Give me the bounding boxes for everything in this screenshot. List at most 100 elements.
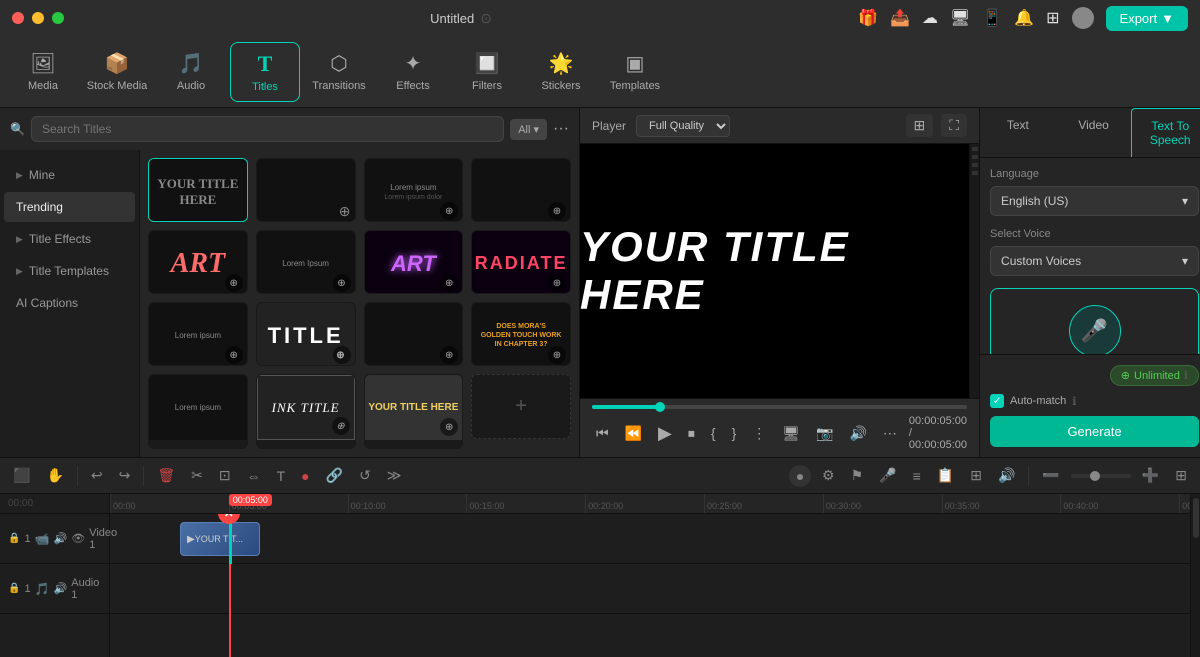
toolbar-transitions[interactable]: ⬡ Transitions bbox=[304, 42, 374, 102]
filter-button[interactable]: All ▾ bbox=[510, 119, 547, 140]
speaker-button[interactable]: 🔊 bbox=[993, 464, 1020, 487]
voice-clone-icon[interactable]: 🎤 bbox=[1069, 305, 1121, 354]
grid-view-button[interactable]: ⊞ bbox=[906, 114, 934, 137]
cut-button[interactable]: ✂ bbox=[186, 464, 208, 487]
zoom-out-button[interactable]: ➖ bbox=[1037, 464, 1064, 487]
sidebar-item-templates[interactable]: ▶ Title Templates bbox=[4, 256, 135, 286]
title-card-subtitle2[interactable]: ⊕ Subtitle 2 bbox=[471, 158, 571, 222]
split-button[interactable]: ⋮ bbox=[748, 423, 770, 444]
title-card-lorem3[interactable]: Lorem ipsum bbox=[148, 374, 248, 449]
automatch-checkbox[interactable]: ✓ bbox=[990, 394, 1004, 408]
progress-bar[interactable] bbox=[592, 405, 967, 409]
title-card-gameui[interactable]: DOES MORA'S GOLDEN TOUCH WORK IN CHAPTER… bbox=[471, 302, 571, 366]
sidebar-item-ai-captions[interactable]: AI Captions bbox=[4, 288, 135, 318]
video-clip[interactable]: ▶ YOUR TIT... bbox=[180, 522, 260, 556]
timeline-scroll-thumb[interactable] bbox=[1193, 498, 1199, 538]
zoom-in-button[interactable]: ➕ bbox=[1137, 464, 1164, 487]
monitor-button[interactable]: 🖥 bbox=[778, 423, 804, 444]
volume-icon-a: 🔊 bbox=[54, 582, 68, 595]
transform-button[interactable]: ⇔ bbox=[242, 465, 266, 487]
more-options-button[interactable]: ··· bbox=[553, 120, 569, 138]
unlimited-pill[interactable]: ⊕ Unlimited ℹ bbox=[1110, 365, 1199, 386]
avatar[interactable] bbox=[1072, 7, 1094, 29]
title-card-default[interactable]: YOUR TITLE HERE Default Title bbox=[148, 158, 248, 222]
title-card-neon09[interactable]: ART ⊕ Neon Title 09 bbox=[364, 230, 464, 294]
flag-button[interactable]: ⚑ bbox=[846, 464, 869, 487]
sidebar-item-trending[interactable]: Trending bbox=[4, 192, 135, 222]
monitor-icon[interactable]: 🖥 bbox=[950, 8, 970, 28]
close-button[interactable] bbox=[12, 12, 24, 24]
markers-button[interactable]: 📋 bbox=[932, 464, 959, 487]
generate-button[interactable]: Generate bbox=[990, 416, 1199, 447]
add-more-button[interactable]: + bbox=[471, 374, 571, 439]
progress-thumb[interactable] bbox=[655, 402, 665, 412]
grid-icon[interactable]: ⊞ bbox=[1046, 8, 1059, 28]
toolbar-effects[interactable]: ✦ Effects bbox=[378, 42, 448, 102]
tab-tts[interactable]: Text To Speech bbox=[1131, 108, 1200, 157]
snapshot-button[interactable]: 📷 bbox=[812, 423, 837, 444]
share-icon[interactable]: 📤 bbox=[890, 8, 910, 28]
sidebar-item-mine[interactable]: ▶ Mine bbox=[4, 160, 135, 190]
title-card-subtitle4[interactable]: ⊕ Subtitle 4 bbox=[364, 302, 464, 366]
title-card-basic6[interactable]: Lorem ipsum Lorem ipsum dolor ⊕ Basic 6 bbox=[364, 158, 464, 222]
toolbar-filters[interactable]: 🔲 Filters bbox=[452, 42, 522, 102]
record-button[interactable]: ● bbox=[789, 465, 811, 487]
more-button[interactable]: ⋯ bbox=[879, 423, 901, 444]
hand-tool[interactable]: ✋ bbox=[41, 464, 68, 487]
grid-options[interactable]: ⊞ bbox=[1170, 464, 1192, 487]
phone-icon[interactable]: 📱 bbox=[982, 8, 1002, 28]
toolbar-templates[interactable]: ▣ Templates bbox=[600, 42, 670, 102]
undo-button[interactable]: ↩ bbox=[86, 464, 108, 487]
play-button[interactable]: ▶ bbox=[654, 421, 676, 446]
toolbar-stock-media[interactable]: 📦 Stock Media bbox=[82, 42, 152, 102]
more-btn2[interactable]: ≫ bbox=[382, 464, 407, 487]
stop-button[interactable]: ⏹ bbox=[684, 423, 699, 444]
caption-button[interactable]: ≡ bbox=[908, 465, 926, 487]
split-tool[interactable]: ⬛ bbox=[8, 464, 35, 487]
title-card-ink[interactable]: INK TITLE ⊕ bbox=[256, 374, 356, 449]
title-card-title29[interactable]: Lorem Ipsum ⊕ Title 29 bbox=[256, 230, 356, 294]
toolbar-audio[interactable]: 🎵 Audio bbox=[156, 42, 226, 102]
language-dropdown[interactable]: English (US) ▾ bbox=[990, 186, 1199, 216]
layout-button[interactable]: ⊞ bbox=[965, 464, 987, 487]
title-card-basic1[interactable]: ⊕ Basic 1 bbox=[256, 158, 356, 222]
delete-button[interactable]: 🗑 bbox=[152, 464, 180, 487]
crop-button[interactable]: ⊡ bbox=[214, 464, 236, 487]
voice-dropdown[interactable]: Custom Voices ▾ bbox=[990, 246, 1199, 276]
tab-video[interactable]: Video bbox=[1056, 108, 1132, 157]
bracket-end-button[interactable]: } bbox=[728, 423, 741, 443]
title-card-art26[interactable]: ART ⊕ Art Title 26 bbox=[148, 230, 248, 294]
mic-button[interactable]: 🎤 bbox=[874, 464, 901, 487]
text-tool[interactable]: T bbox=[272, 465, 291, 487]
settings-button[interactable]: ⚙ bbox=[817, 464, 840, 487]
fullscreen-button[interactable]: ⛶ bbox=[941, 114, 967, 137]
search-input[interactable] bbox=[31, 116, 504, 142]
toolbar-stickers[interactable]: 🌟 Stickers bbox=[526, 42, 596, 102]
cloud-icon[interactable]: ☁ bbox=[922, 8, 938, 28]
maximize-button[interactable] bbox=[52, 12, 64, 24]
zoom-slider[interactable] bbox=[1071, 474, 1131, 478]
toolbar-titles[interactable]: T Titles bbox=[230, 42, 300, 102]
gift-icon[interactable]: 🎁 bbox=[858, 8, 878, 28]
redo-button[interactable]: ↪ bbox=[114, 464, 136, 487]
progress-track[interactable] bbox=[592, 405, 967, 409]
zoom-thumb[interactable] bbox=[1090, 471, 1100, 481]
bell-icon[interactable]: 🔔 bbox=[1014, 8, 1034, 28]
title-card-yourtitle[interactable]: YOUR TITLE HERE ⊕ bbox=[364, 374, 464, 449]
loop-button[interactable]: ↺ bbox=[354, 464, 376, 487]
link-button[interactable]: 🔗 bbox=[321, 464, 348, 487]
volume-button[interactable]: 🔊 bbox=[845, 423, 870, 444]
dot-button[interactable]: ● bbox=[296, 465, 314, 487]
title-card-glow1[interactable]: RADIATE ⊕ Glow Title 1 bbox=[471, 230, 571, 294]
export-button[interactable]: Export ▼ bbox=[1106, 6, 1188, 31]
toolbar-media[interactable]: 🖼 Media bbox=[8, 42, 78, 102]
minimize-button[interactable] bbox=[32, 12, 44, 24]
rewind-button[interactable]: ⏮ bbox=[592, 423, 613, 444]
title-card-bigtitle[interactable]: TITLE ⊕ Big Title Pack T... bbox=[256, 302, 356, 366]
bracket-start-button[interactable]: { bbox=[707, 423, 720, 443]
quality-select[interactable]: Full Quality bbox=[636, 115, 730, 137]
tab-text[interactable]: Text bbox=[980, 108, 1056, 157]
sidebar-item-effects[interactable]: ▶ Title Effects bbox=[4, 224, 135, 254]
title-card-subtitle1[interactable]: Lorem ipsum ⊕ Subtitle 1 bbox=[148, 302, 248, 366]
step-back-button[interactable]: ⏪ bbox=[621, 423, 646, 444]
